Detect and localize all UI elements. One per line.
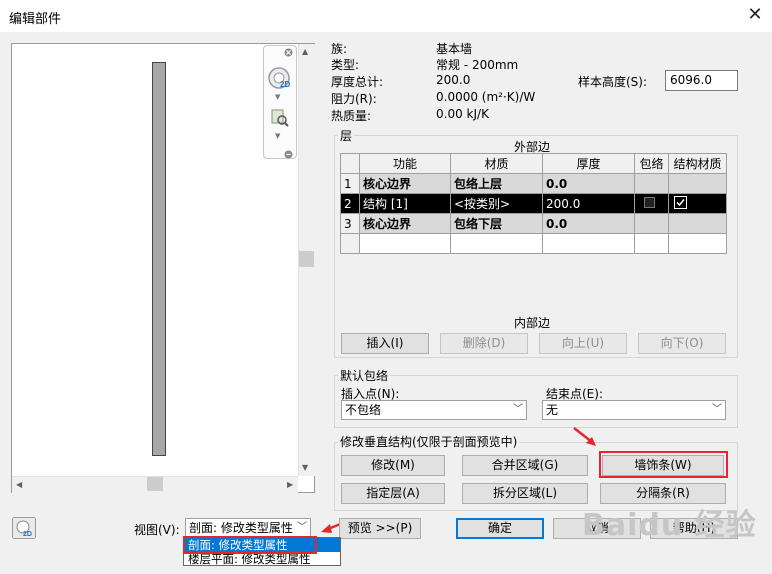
interior-side-label: 内部边 [514, 316, 551, 330]
family-label: 族: [331, 42, 348, 56]
wall-section-preview [152, 62, 166, 456]
cell-material[interactable]: <按类别> [450, 193, 543, 214]
horizontal-scroll-thumb[interactable] [147, 477, 163, 491]
end-point-value: 无 [546, 403, 559, 417]
type-label: 类型: [331, 58, 360, 72]
view-select[interactable]: 剖面: 修改类型属性 ﹀ [185, 518, 311, 538]
resistance-label: 阻力(R): [331, 92, 377, 106]
thickness-label: 厚度总计: [331, 75, 384, 89]
cell-wrap [634, 173, 669, 194]
chevron-down-icon: ﹀ [295, 519, 307, 537]
thermal-mass-value: 0.00 kJ/K [436, 107, 489, 121]
scroll-down-icon[interactable]: ▼ [302, 463, 308, 472]
ok-button[interactable]: 确定 [456, 518, 544, 539]
scroll-up-icon[interactable]: ▲ [302, 47, 308, 56]
title-bar [0, 0, 772, 32]
zoom-icon[interactable] [270, 108, 290, 131]
cell-thickness[interactable]: 200.0 [542, 193, 635, 214]
cell-structural[interactable] [668, 193, 727, 214]
chevron-down-icon[interactable]: ▼ [275, 132, 280, 140]
delete-button[interactable]: 删除(D) [440, 333, 528, 354]
type-value: 常规 - 200mm [436, 58, 519, 72]
table-header-row: 功能 材质 厚度 包络 结构材质 [340, 153, 727, 174]
vertical-scroll-thumb[interactable] [299, 251, 314, 267]
nav-close-icon[interactable] [284, 46, 293, 60]
cell-wrap [634, 213, 669, 234]
split-region-button[interactable]: 拆分区域(L) [462, 483, 588, 504]
highlight-box [599, 451, 728, 478]
view-option-floor-plan[interactable]: 楼层平面: 修改类型属性 [184, 552, 340, 566]
cell-structural [668, 173, 727, 194]
move-down-button[interactable]: 向下(O) [638, 333, 726, 354]
chevron-down-icon[interactable]: ▼ [275, 93, 280, 101]
table-row[interactable]: 1 核心边界 包络上层 0.0 [340, 173, 727, 194]
table-empty-area [340, 233, 727, 254]
insert-button[interactable]: 插入(I) [341, 333, 429, 354]
scroll-right-icon[interactable]: ▶ [287, 480, 293, 489]
thermal-mass-label: 热质量: [331, 109, 372, 123]
window-title: 编辑部件 [9, 12, 62, 27]
view-select-value: 剖面: 修改类型属性 [189, 521, 293, 535]
cell-function[interactable]: 结构 [1] [359, 193, 451, 214]
column-header-num [340, 153, 360, 174]
2d-view-icon[interactable]: 2D [12, 517, 36, 542]
svg-text:2D: 2D [280, 80, 290, 89]
insert-point-select[interactable]: 不包络 ﹀ [341, 400, 527, 420]
cell-material[interactable]: 包络下层 [450, 213, 543, 234]
column-header-structural[interactable]: 结构材质 [668, 153, 727, 174]
highlight-box [183, 536, 317, 554]
nav-collapse-icon[interactable] [284, 148, 293, 162]
thickness-value: 200.0 [436, 73, 471, 87]
svg-text:2D: 2D [23, 531, 32, 538]
insert-point-value: 不包络 [345, 403, 382, 417]
cell-thickness[interactable]: 0.0 [542, 173, 635, 194]
end-point-select[interactable]: 无 ﹀ [542, 400, 726, 420]
cell-thickness[interactable]: 0.0 [542, 213, 635, 234]
assign-layers-button[interactable]: 指定层(A) [341, 483, 445, 504]
watermark: Baidu 经验 [582, 508, 757, 543]
column-header-function[interactable]: 功能 [359, 153, 451, 174]
navigation-bar [263, 45, 297, 159]
red-arrow-icon [572, 426, 598, 451]
chevron-down-icon: ﹀ [513, 404, 523, 415]
column-header-thickness[interactable]: 厚度 [542, 153, 635, 174]
steering-wheel-icon[interactable]: 2D [267, 66, 293, 95]
cell-function[interactable]: 核心边界 [359, 173, 451, 194]
table-row-selected[interactable]: 2 结构 [1] <按类别> 200.0 [340, 193, 727, 214]
sample-height-label: 样本高度(S): [578, 75, 648, 89]
wrap-checkbox[interactable] [644, 196, 655, 208]
row-number[interactable]: 1 [340, 173, 360, 194]
cell-structural [668, 213, 727, 234]
cell-wrap[interactable] [634, 193, 669, 214]
merge-regions-button[interactable]: 合并区域(G) [462, 455, 588, 476]
row-number[interactable]: 2 [340, 193, 360, 214]
cell-function[interactable]: 核心边界 [359, 213, 451, 234]
view-label: 视图(V): [134, 523, 180, 537]
table-row[interactable]: 3 核心边界 包络下层 0.0 [340, 213, 727, 234]
preview-button[interactable]: 预览 >>(P) [339, 518, 421, 539]
column-header-wrap[interactable]: 包络 [634, 153, 669, 174]
column-header-material[interactable]: 材质 [450, 153, 543, 174]
row-number[interactable]: 3 [340, 213, 360, 234]
scroll-left-icon[interactable]: ◀ [16, 480, 22, 489]
structural-checkbox[interactable] [674, 195, 687, 209]
chevron-down-icon: ﹀ [712, 404, 722, 415]
move-up-button[interactable]: 向上(U) [539, 333, 627, 354]
layers-table: 功能 材质 厚度 包络 结构材质 1 核心边界 包络上层 0.0 2 结构 [1… [340, 153, 727, 254]
close-icon[interactable]: ✕ [744, 4, 766, 26]
resistance-value: 0.0000 (m²·K)/W [436, 90, 536, 104]
vertical-structure-label: 修改垂直结构(仅限于剖面预览中) [338, 433, 520, 450]
family-value: 基本墙 [436, 42, 473, 56]
cell-material[interactable]: 包络上层 [450, 173, 543, 194]
modify-button[interactable]: 修改(M) [341, 455, 445, 476]
layers-group-label: 层 [338, 127, 355, 144]
default-wrapping-label: 默认包络 [338, 367, 391, 384]
sample-height-input[interactable]: 6096.0 [665, 70, 738, 91]
